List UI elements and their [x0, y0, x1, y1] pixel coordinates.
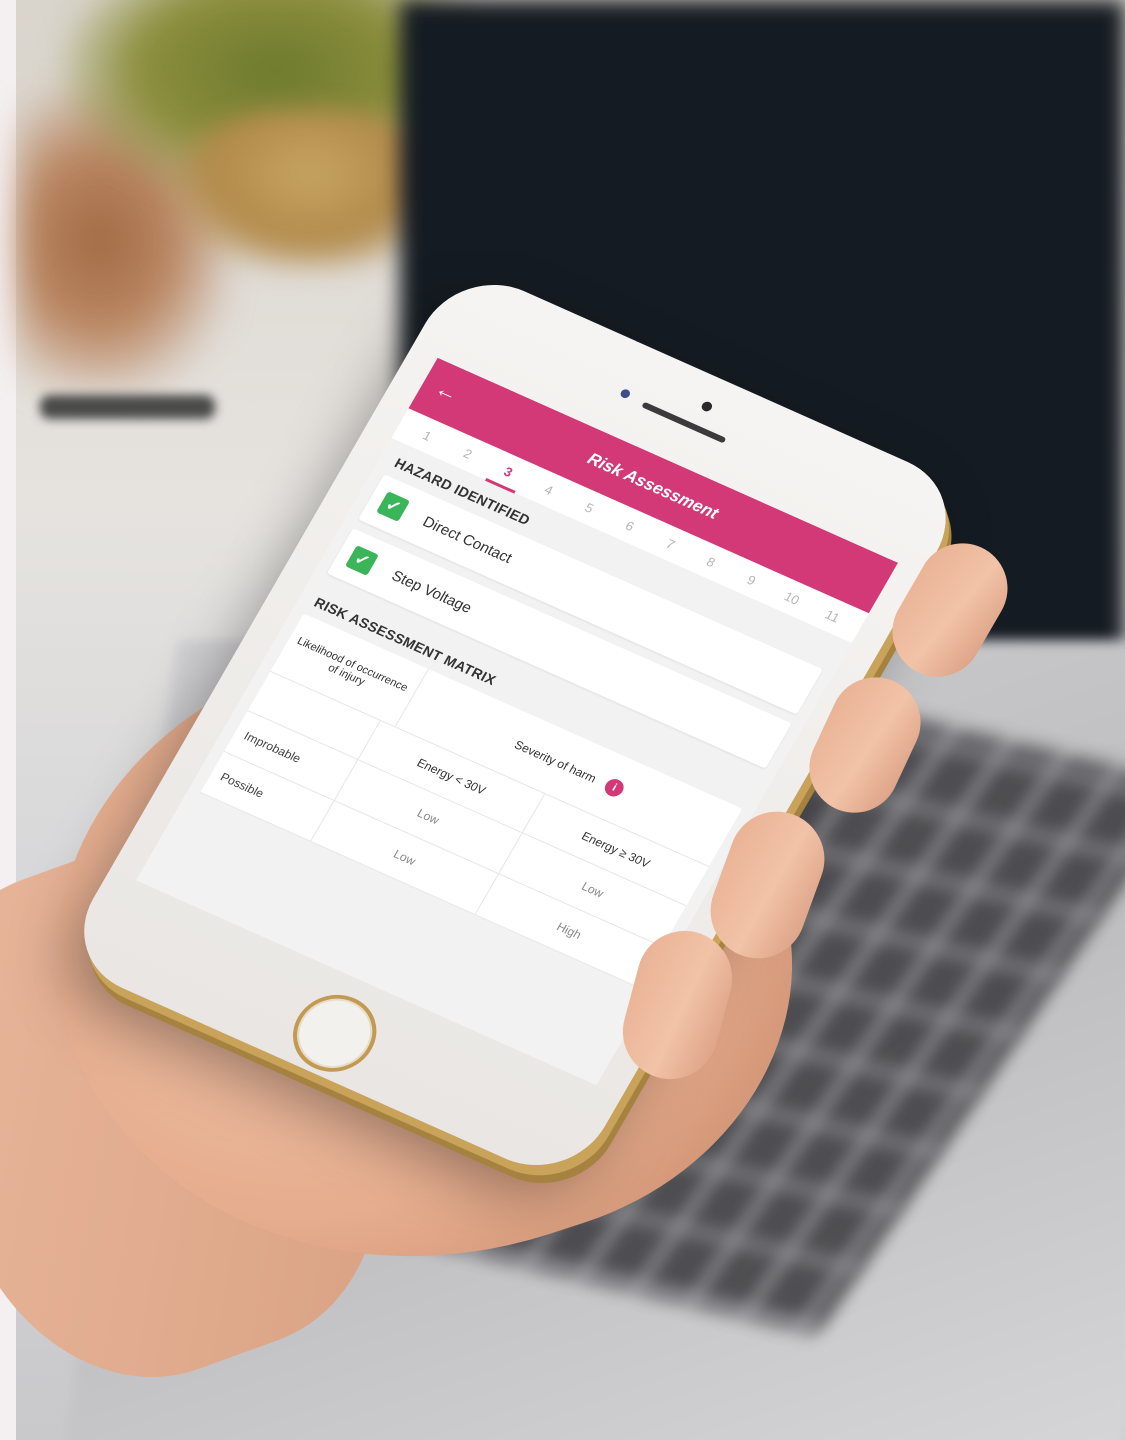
checkbox-checked-icon[interactable]: ✓: [376, 491, 411, 522]
info-icon[interactable]: i: [601, 776, 628, 800]
hazard-label: Step Voltage: [388, 566, 475, 617]
severity-header-label: Severity of harm: [511, 737, 599, 786]
pen: [40, 395, 215, 419]
checkbox-checked-icon[interactable]: ✓: [344, 545, 379, 576]
